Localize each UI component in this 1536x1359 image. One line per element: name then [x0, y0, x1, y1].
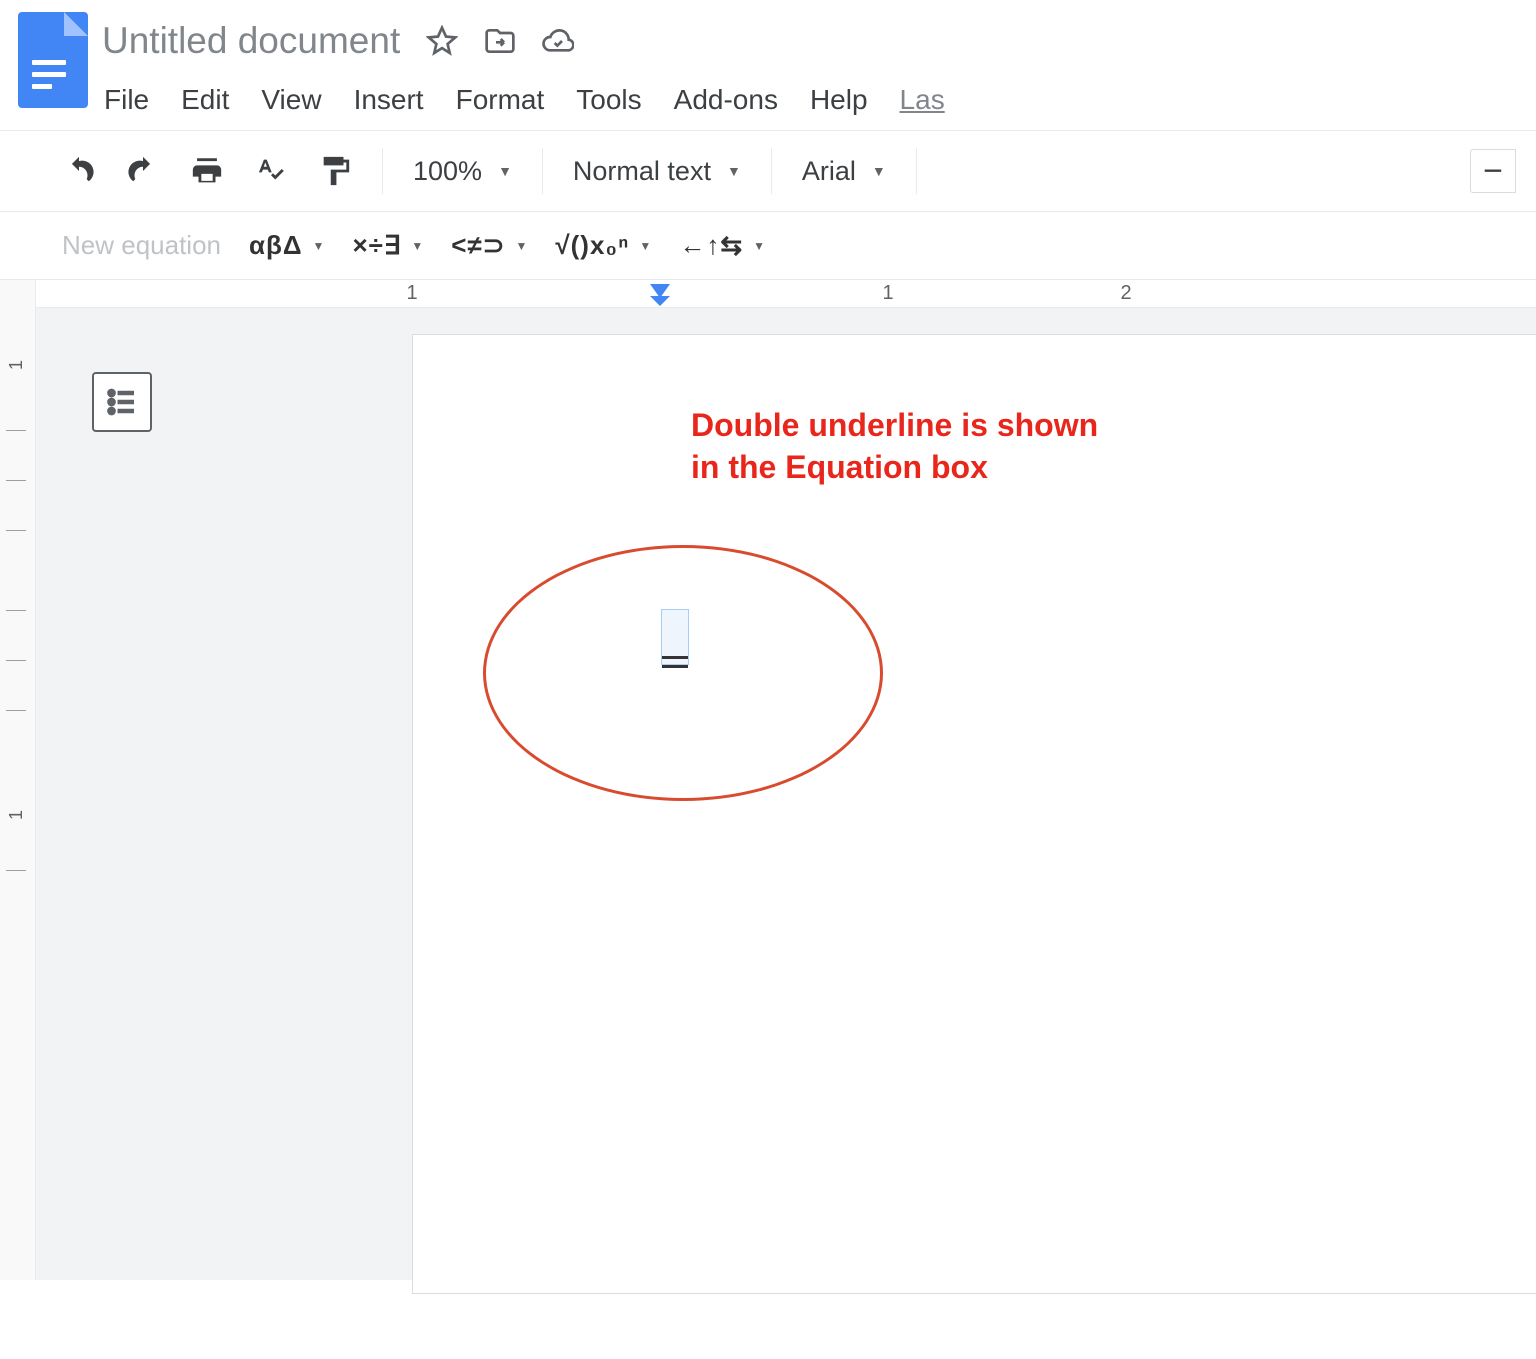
- annotation-ellipse: [483, 545, 883, 801]
- docs-app-icon[interactable]: [18, 12, 88, 108]
- paragraph-style-dropdown[interactable]: Normal text ▼: [573, 156, 741, 187]
- math-operations-dropdown[interactable]: √()x₀ⁿ ▼: [555, 230, 651, 261]
- relations-dropdown[interactable]: <≠⊃ ▼: [451, 230, 527, 261]
- star-icon[interactable]: [426, 25, 458, 57]
- menu-tools[interactable]: Tools: [576, 84, 641, 116]
- menu-help[interactable]: Help: [810, 84, 868, 116]
- new-equation-button[interactable]: New equation: [62, 230, 221, 261]
- document-page[interactable]: Double underline is shown in the Equatio…: [412, 334, 1536, 1294]
- toolbar-equation: New equation αβΔ ▼ ×÷∃ ▼ <≠⊃ ▼ √()x₀ⁿ ▼ …: [0, 212, 1536, 280]
- document-title[interactable]: Untitled document: [102, 20, 400, 62]
- spellcheck-icon[interactable]: [254, 154, 288, 188]
- chevron-down-icon: ▼: [313, 239, 325, 253]
- print-icon[interactable]: [190, 154, 224, 188]
- menu-format[interactable]: Format: [456, 84, 545, 116]
- greek-letters-dropdown[interactable]: αβΔ ▼: [249, 230, 324, 261]
- chevron-down-icon: ▼: [498, 163, 512, 179]
- undo-icon[interactable]: [62, 154, 96, 188]
- style-value: Normal text: [573, 156, 711, 187]
- document-outline-button[interactable]: [92, 372, 152, 432]
- chevron-down-icon: ▼: [872, 163, 886, 179]
- font-size-decrease-button[interactable]: −: [1470, 149, 1516, 193]
- cloud-status-icon[interactable]: [542, 25, 574, 57]
- chevron-down-icon: ▼: [639, 239, 651, 253]
- horizontal-ruler[interactable]: 1 1 2: [36, 280, 1536, 308]
- move-folder-icon[interactable]: [484, 25, 516, 57]
- menu-file[interactable]: File: [104, 84, 149, 116]
- chevron-down-icon: ▼: [753, 239, 765, 253]
- title-bar: Untitled document File Edit View Insert …: [0, 0, 1536, 130]
- menu-insert[interactable]: Insert: [354, 84, 424, 116]
- paint-format-icon[interactable]: [318, 154, 352, 188]
- zoom-dropdown[interactable]: 100% ▼: [413, 156, 512, 187]
- zoom-value: 100%: [413, 156, 482, 187]
- document-area: 1 1 1 1 2: [0, 280, 1536, 1280]
- menu-bar: File Edit View Insert Format Tools Add-o…: [102, 62, 1518, 130]
- arrows-dropdown[interactable]: ←↑⇆ ▼: [679, 230, 765, 261]
- font-value: Arial: [802, 156, 856, 187]
- font-dropdown[interactable]: Arial ▼: [802, 156, 886, 187]
- misc-operations-dropdown[interactable]: ×÷∃ ▼: [352, 230, 423, 261]
- redo-icon[interactable]: [126, 154, 160, 188]
- chevron-down-icon: ▼: [515, 239, 527, 253]
- menu-last-edit[interactable]: Las: [900, 84, 945, 116]
- vertical-ruler[interactable]: 1 1: [0, 280, 36, 1280]
- chevron-down-icon: ▼: [411, 239, 423, 253]
- indent-marker-down-icon[interactable]: [650, 296, 670, 306]
- chevron-down-icon: ▼: [727, 163, 741, 179]
- toolbar-main: 100% ▼ Normal text ▼ Arial ▼ −: [0, 130, 1536, 212]
- menu-addons[interactable]: Add-ons: [674, 84, 778, 116]
- menu-view[interactable]: View: [261, 84, 321, 116]
- menu-edit[interactable]: Edit: [181, 84, 229, 116]
- equation-box[interactable]: [661, 609, 689, 665]
- annotation-text: Double underline is shown in the Equatio…: [691, 405, 1111, 488]
